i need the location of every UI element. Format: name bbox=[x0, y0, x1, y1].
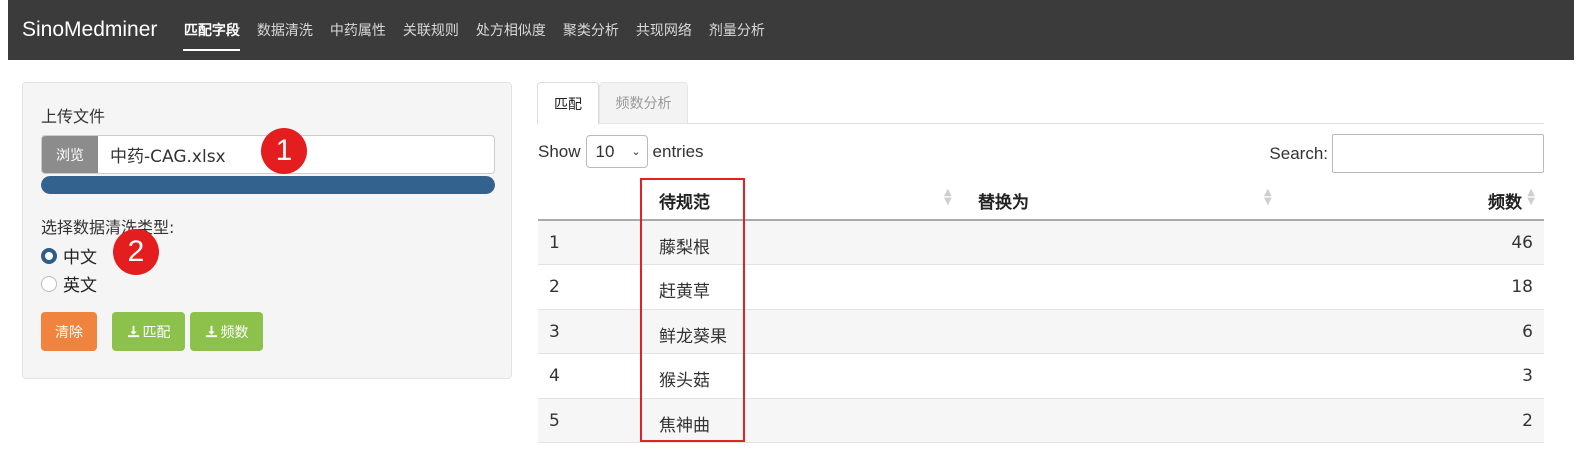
nav-item-prescription-similarity[interactable]: 处方相似度 bbox=[467, 0, 554, 60]
download-match-button[interactable]: 匹配 bbox=[112, 312, 185, 351]
show-entries-control: Show 10 ⌄ entries bbox=[538, 135, 704, 168]
main-tabs: 匹配 频数分析 bbox=[537, 82, 1544, 125]
frequency-cell: 2 bbox=[1522, 410, 1533, 431]
sort-icon[interactable]: ▲ ▼ bbox=[1264, 188, 1272, 207]
frequency-cell: 6 bbox=[1522, 321, 1533, 342]
annotation-badge-1: 1 bbox=[261, 128, 307, 174]
download-icon bbox=[127, 325, 139, 338]
radio-option-english[interactable]: 英文 bbox=[41, 271, 97, 296]
search-label: Search: bbox=[1269, 143, 1328, 163]
show-label: Show bbox=[538, 141, 581, 161]
row-index: 4 bbox=[549, 366, 560, 387]
frequency-cell: 46 bbox=[1511, 233, 1533, 253]
chevron-down-icon: ⌄ bbox=[631, 146, 641, 158]
nav-item-cluster-analysis[interactable]: 聚类分析 bbox=[554, 0, 627, 60]
top-navbar: SinoMedminer 匹配字段 数据清洗 中药属性 关联规则 处方相似度 聚… bbox=[8, 0, 1574, 60]
radio-button-english[interactable] bbox=[41, 275, 57, 292]
nav-item-data-cleaning[interactable]: 数据清洗 bbox=[248, 0, 321, 60]
entries-value: 10 bbox=[595, 141, 615, 161]
frequency-cell: 3 bbox=[1522, 366, 1533, 387]
entries-label: entries bbox=[652, 141, 704, 161]
row-index: 5 bbox=[549, 410, 560, 431]
download-freq-label: 频数 bbox=[220, 324, 249, 341]
clear-button-label: 清除 bbox=[55, 324, 83, 341]
sort-icon[interactable]: ▲ ▼ bbox=[944, 188, 952, 207]
tab-match[interactable]: 匹配 bbox=[537, 82, 599, 125]
brand-title[interactable]: SinoMedminer bbox=[22, 18, 157, 42]
upload-progress-fill bbox=[41, 176, 495, 194]
nav-item-cooccurrence-network[interactable]: 共现网络 bbox=[627, 0, 700, 60]
annotation-badge-2: 2 bbox=[113, 229, 159, 275]
clean-type-label: 选择数据清洗类型: bbox=[41, 218, 175, 237]
search-input[interactable] bbox=[1332, 134, 1544, 173]
sidebar-panel: 上传文件 浏览 中药-CAG.xlsx 选择数据清洗类型: 中文 英文 清除 匹… bbox=[22, 82, 512, 379]
nav-item-herb-properties[interactable]: 中药属性 bbox=[321, 0, 394, 60]
header-replace-with[interactable]: 替换为 bbox=[978, 188, 1029, 213]
sort-icon[interactable]: ▲ ▼ bbox=[1527, 188, 1535, 207]
row-index: 1 bbox=[549, 233, 560, 253]
clear-button[interactable]: 清除 bbox=[41, 312, 97, 351]
nav-item-match-fields[interactable]: 匹配字段 bbox=[175, 0, 248, 60]
download-match-label: 匹配 bbox=[142, 324, 171, 341]
nav-item-dosage-analysis[interactable]: 剂量分析 bbox=[700, 0, 773, 60]
radio-button-chinese[interactable] bbox=[41, 247, 57, 264]
browse-button[interactable]: 浏览 bbox=[42, 136, 98, 173]
download-freq-button[interactable]: 频数 bbox=[190, 312, 263, 351]
row-index: 2 bbox=[549, 277, 560, 298]
header-frequency[interactable]: 频数 bbox=[1488, 188, 1522, 213]
radio-option-chinese[interactable]: 中文 bbox=[41, 243, 97, 268]
row-index: 3 bbox=[549, 321, 560, 342]
upload-progress-bar bbox=[41, 176, 495, 194]
radio-label-chinese: 中文 bbox=[63, 248, 97, 268]
upload-label: 上传文件 bbox=[41, 107, 106, 126]
download-icon bbox=[205, 325, 217, 338]
nav-item-association-rules[interactable]: 关联规则 bbox=[394, 0, 467, 60]
frequency-cell: 18 bbox=[1511, 277, 1533, 298]
column-highlight-box bbox=[640, 178, 745, 442]
table-search: Search: bbox=[1269, 134, 1544, 173]
radio-label-english: 英文 bbox=[63, 276, 97, 296]
tab-frequency-analysis[interactable]: 频数分析 bbox=[599, 82, 688, 124]
entries-select[interactable]: 10 ⌄ bbox=[585, 135, 648, 168]
